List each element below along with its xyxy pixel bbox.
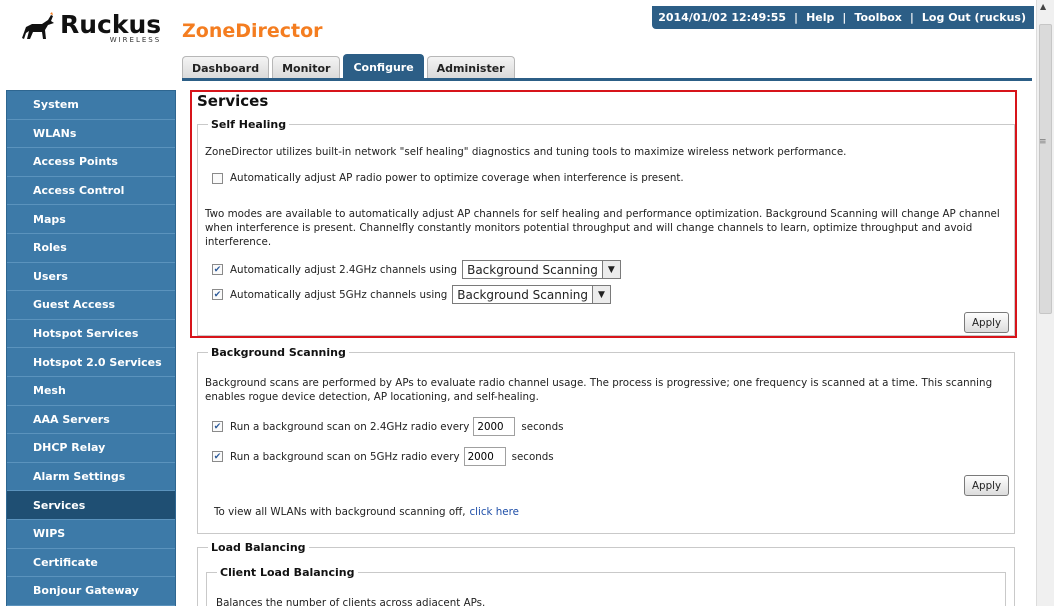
channel-24-row: ✔ Automatically adjust 2.4GHz channels u… bbox=[212, 260, 621, 279]
sidebar-item-access-control[interactable]: Access Control bbox=[7, 177, 175, 206]
channel-5-mode-value: Background Scanning bbox=[457, 287, 589, 302]
background-scanning-footer: To view all WLANs with background scanni… bbox=[214, 506, 519, 518]
power-adjust-label: Automatically adjust AP radio power to o… bbox=[230, 172, 684, 184]
separator: | bbox=[794, 11, 799, 24]
sidebar-item-bonjour-gateway[interactable]: Bonjour Gateway bbox=[7, 577, 175, 606]
tab-underline bbox=[182, 78, 1032, 81]
background-scanning-footer-text: To view all WLANs with background scanni… bbox=[214, 506, 466, 518]
sidebar-item-access-points[interactable]: Access Points bbox=[7, 148, 175, 177]
separator: | bbox=[842, 11, 847, 24]
scan-24-checkbox[interactable]: ✔ bbox=[212, 421, 223, 432]
channel-5-row: ✔ Automatically adjust 5GHz channels usi… bbox=[212, 285, 612, 304]
self-healing-legend: Self Healing bbox=[211, 118, 287, 131]
separator: | bbox=[909, 11, 914, 24]
client-load-balancing-legend: Client Load Balancing bbox=[220, 566, 355, 579]
channel-24-mode-select[interactable]: Background Scanning ▼ bbox=[462, 260, 621, 279]
scan-5-interval-input[interactable] bbox=[463, 447, 506, 466]
toolbox-link[interactable]: Toolbox bbox=[854, 11, 901, 24]
sidebar-nav: System WLANs Access Points Access Contro… bbox=[6, 90, 176, 606]
sidebar-item-users[interactable]: Users bbox=[7, 263, 175, 292]
scroll-up-arrow-icon[interactable]: ▲ bbox=[1040, 2, 1046, 11]
tab-administer[interactable]: Administer bbox=[426, 56, 515, 79]
channel-24-checkbox[interactable]: ✔ bbox=[212, 264, 223, 275]
main-tabs: Dashboard Monitor Configure Administer bbox=[182, 54, 518, 79]
ruckus-logo: Ruckus WIRELESS bbox=[18, 12, 161, 44]
client-load-balancing-description: Balances the number of clients across ad… bbox=[216, 597, 486, 606]
channel-5-checkbox[interactable]: ✔ bbox=[212, 289, 223, 300]
scan-24-seconds-label: seconds bbox=[521, 420, 564, 433]
dropdown-arrow-icon: ▼ bbox=[592, 286, 611, 303]
power-adjust-checkbox[interactable] bbox=[212, 172, 223, 184]
datetime: 2014/01/02 12:49:55 bbox=[658, 11, 787, 24]
logout-link[interactable]: Log Out (ruckus) bbox=[922, 11, 1026, 24]
scan-5-checkbox[interactable]: ✔ bbox=[212, 451, 223, 462]
main-content: Services Self Healing ZoneDirector utili… bbox=[192, 90, 1018, 606]
sidebar-item-wips[interactable]: WIPS bbox=[7, 520, 175, 549]
scan-24-row: ✔ Run a background scan on 2.4GHz radio … bbox=[212, 417, 563, 436]
sidebar-item-dhcp-relay[interactable]: DHCP Relay bbox=[7, 434, 175, 463]
sidebar-item-wlans[interactable]: WLANs bbox=[7, 120, 175, 149]
sidebar-item-alarm-settings[interactable]: Alarm Settings bbox=[7, 463, 175, 492]
channel-5-mode-select[interactable]: Background Scanning ▼ bbox=[452, 285, 612, 304]
sidebar-item-guest-access[interactable]: Guest Access bbox=[7, 291, 175, 320]
sidebar-item-roles[interactable]: Roles bbox=[7, 234, 175, 263]
scan-5-row: ✔ Run a background scan on 5GHz radio ev… bbox=[212, 447, 554, 466]
click-here-link[interactable]: click here bbox=[469, 506, 518, 518]
sidebar-item-maps[interactable]: Maps bbox=[7, 205, 175, 234]
sidebar-item-hotspot-services[interactable]: Hotspot Services bbox=[7, 320, 175, 349]
channel-24-mode-value: Background Scanning bbox=[467, 262, 598, 277]
product-name: ZoneDirector bbox=[182, 20, 323, 42]
channel-5-label: Automatically adjust 5GHz channels using bbox=[230, 288, 448, 301]
tab-monitor[interactable]: Monitor bbox=[272, 56, 341, 79]
sidebar-item-certificate[interactable]: Certificate bbox=[7, 549, 175, 578]
self-healing-apply-button[interactable]: Apply bbox=[964, 312, 1010, 333]
channel-modes-description: Two modes are available to automatically… bbox=[205, 208, 1000, 248]
channel-24-label: Automatically adjust 2.4GHz channels usi… bbox=[230, 263, 458, 276]
page-title: Services bbox=[197, 92, 269, 110]
power-adjust-row: Automatically adjust AP radio power to o… bbox=[212, 172, 684, 184]
background-scanning-apply-button[interactable]: Apply bbox=[964, 475, 1010, 496]
background-scanning-legend: Background Scanning bbox=[211, 346, 346, 359]
sidebar-item-aaa-servers[interactable]: AAA Servers bbox=[7, 406, 175, 435]
scan-5-label: Run a background scan on 5GHz radio ever… bbox=[230, 450, 460, 463]
sidebar-item-mesh[interactable]: Mesh bbox=[7, 377, 175, 406]
top-utility-bar: 2014/01/02 12:49:55 | Help | Toolbox | L… bbox=[652, 6, 1034, 29]
page-scrollbar[interactable]: ▲ ≡ bbox=[1036, 0, 1054, 606]
dropdown-arrow-icon: ▼ bbox=[601, 261, 620, 278]
load-balancing-legend: Load Balancing bbox=[211, 541, 306, 554]
tab-dashboard[interactable]: Dashboard bbox=[182, 56, 270, 79]
sidebar-item-hotspot-20-services[interactable]: Hotspot 2.0 Services bbox=[7, 348, 175, 377]
background-scanning-description: Background scans are performed by APs to… bbox=[205, 377, 993, 403]
scan-24-label: Run a background scan on 2.4GHz radio ev… bbox=[230, 420, 470, 433]
scan-5-seconds-label: seconds bbox=[511, 450, 554, 463]
sidebar-item-services[interactable]: Services bbox=[7, 491, 175, 520]
tab-configure[interactable]: Configure bbox=[343, 54, 424, 79]
self-healing-intro: ZoneDirector utilizes built-in network "… bbox=[205, 146, 847, 158]
scan-24-interval-input[interactable] bbox=[473, 417, 516, 436]
scroll-grip-icon: ≡ bbox=[1039, 137, 1047, 147]
help-link[interactable]: Help bbox=[806, 11, 834, 24]
sidebar-item-system[interactable]: System bbox=[7, 91, 175, 120]
brand-name: Ruckus bbox=[60, 10, 162, 39]
scrollbar-thumb[interactable] bbox=[1039, 24, 1052, 314]
dog-logo-icon bbox=[22, 12, 54, 39]
